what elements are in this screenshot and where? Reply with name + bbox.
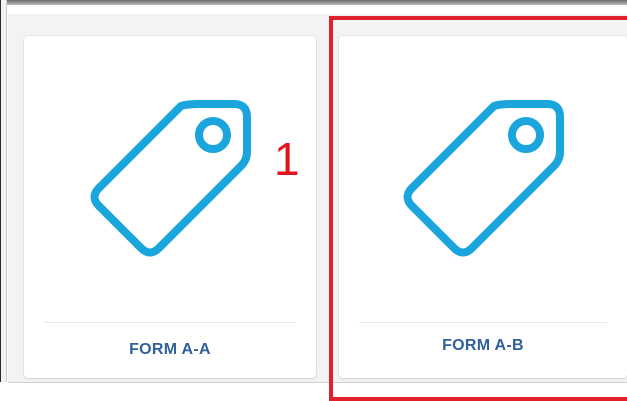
card-label: FORM A-A [129, 341, 211, 358]
tag-icon [403, 100, 564, 257]
tag-icon [90, 100, 251, 257]
card-divider [359, 322, 607, 323]
form-card-a[interactable]: FORM A-A [24, 36, 316, 378]
window-frame-left [0, 0, 7, 382]
form-card-b[interactable]: FORM A-B [339, 36, 627, 378]
card-divider [44, 322, 296, 323]
card-label: FORM A-B [442, 337, 524, 354]
callout-number: 1 [274, 133, 300, 185]
screen: FORM A-A FORM A-B 1 [0, 0, 627, 401]
window-frame-top [0, 0, 627, 5]
